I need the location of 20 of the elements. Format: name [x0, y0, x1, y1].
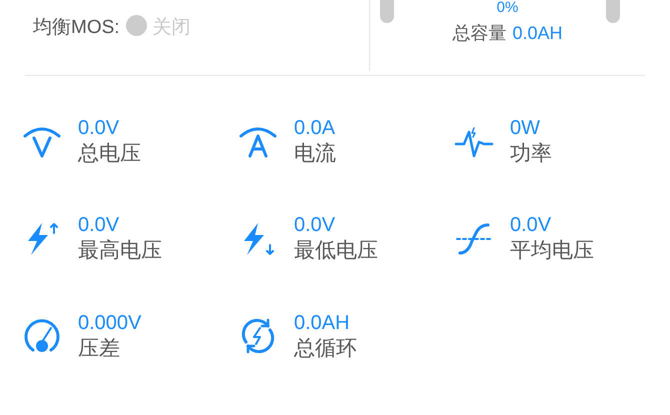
balance-label: 均衡MOS:: [33, 16, 120, 40]
metric-value: 0.000V: [78, 310, 142, 336]
metric-label: 最低电压: [294, 238, 378, 264]
metric-value: 0W: [510, 116, 541, 141]
metric-label: 平均电压: [510, 238, 594, 264]
metric-value: 0.0AH: [294, 310, 351, 336]
capacity-value: 0.0AH: [512, 22, 563, 45]
metric-value: 0.0V: [78, 116, 120, 141]
metric-label: 总电压: [78, 141, 141, 167]
metric-label: 总循环: [294, 336, 357, 362]
metric-label: 最高电压: [78, 238, 162, 264]
metric-value: 0.0V: [510, 213, 552, 238]
metric-label: 电流: [294, 141, 336, 167]
metric-label: 压差: [78, 336, 121, 362]
metric-label: 功率: [510, 141, 552, 167]
metric-value: 0.0V: [294, 213, 336, 238]
metric-value: 0.0A: [294, 116, 336, 141]
metric-value: 0.0V: [78, 213, 120, 238]
capacity-label: 总容量: [452, 22, 506, 45]
capacity-percent: 0%: [496, 0, 518, 16]
